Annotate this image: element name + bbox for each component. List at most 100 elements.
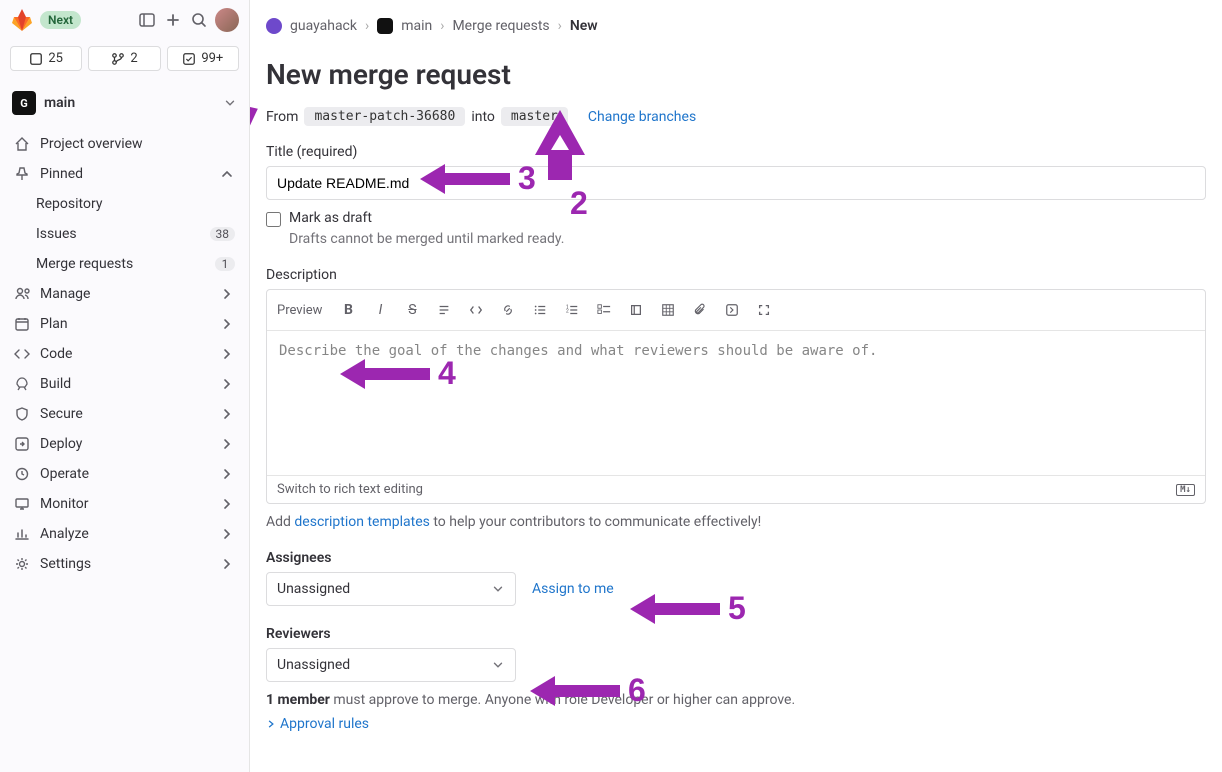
- nav-pinned-issues[interactable]: Issues 38: [6, 219, 243, 249]
- approval-rules-label: Approval rules: [280, 716, 369, 732]
- bullet-list-button[interactable]: [526, 296, 554, 324]
- source-branch: master-patch-36680: [304, 107, 465, 126]
- bold-button[interactable]: B: [334, 296, 362, 324]
- chevron-down-icon: [491, 582, 505, 596]
- nav-label: Code: [40, 346, 209, 362]
- approval-count: 1 member: [266, 692, 330, 708]
- search-icon[interactable]: [189, 10, 209, 30]
- pin-icon: [14, 166, 30, 182]
- description-editor: Preview B I S 12: [266, 289, 1206, 504]
- italic-button[interactable]: I: [366, 296, 394, 324]
- reviewers-select[interactable]: Unassigned: [266, 648, 516, 682]
- fullscreen-button[interactable]: [750, 296, 778, 324]
- chevron-up-icon: [219, 166, 235, 182]
- task-list-button[interactable]: [590, 296, 618, 324]
- next-badge: Next: [40, 11, 81, 29]
- annotation-1: [250, 105, 260, 165]
- nav-overview[interactable]: Project overview: [6, 129, 243, 159]
- branch-line: From master-patch-36680 into master Chan…: [266, 107, 1206, 126]
- attach-button[interactable]: [686, 296, 714, 324]
- badge: 38: [210, 227, 236, 241]
- code-button[interactable]: [462, 296, 490, 324]
- sidebar-top: Next: [0, 0, 249, 40]
- markdown-icon[interactable]: M↓: [1176, 484, 1195, 496]
- nav-operate[interactable]: Operate: [6, 459, 243, 489]
- nav-monitor[interactable]: Monitor: [6, 489, 243, 519]
- approval-rules-link[interactable]: Approval rules: [266, 716, 1206, 732]
- badge: 1: [215, 257, 235, 271]
- mr-counter[interactable]: 2: [88, 46, 160, 71]
- hint-text: Add: [266, 514, 294, 530]
- nav-secure[interactable]: Secure: [6, 399, 243, 429]
- title-label: Title (required): [266, 144, 1206, 160]
- approval-text: 1 member must approve to merge. Anyone w…: [266, 692, 1206, 708]
- project-selector[interactable]: G main: [0, 81, 249, 125]
- collapse-button[interactable]: [622, 296, 650, 324]
- chevron-right-icon: [219, 406, 235, 422]
- issues-counter[interactable]: 25: [10, 46, 82, 71]
- chevron-right-icon: [219, 466, 235, 482]
- nav-code[interactable]: Code: [6, 339, 243, 369]
- numbered-list-button[interactable]: 12: [558, 296, 586, 324]
- quick-action-button[interactable]: [718, 296, 746, 324]
- switch-rte-link[interactable]: Switch to rich text editing: [277, 482, 423, 497]
- rocket-icon: [14, 376, 30, 392]
- breadcrumb-sep: ›: [365, 18, 369, 34]
- plus-icon[interactable]: [163, 10, 183, 30]
- title-input[interactable]: [266, 166, 1206, 200]
- table-button[interactable]: [654, 296, 682, 324]
- nav-pinned[interactable]: Pinned: [6, 159, 243, 189]
- chevron-down-icon: [491, 658, 505, 672]
- breadcrumb: guayahack › main › Merge requests › New: [266, 12, 1206, 48]
- gitlab-logo[interactable]: [10, 8, 34, 32]
- nav-label: Build: [40, 376, 209, 392]
- into-label: into: [471, 109, 495, 125]
- nav-pinned-repository[interactable]: Repository: [6, 189, 243, 219]
- todo-icon: [182, 52, 196, 66]
- nav-build[interactable]: Build: [6, 369, 243, 399]
- nav-manage[interactable]: Manage: [6, 279, 243, 309]
- nav-label: Repository: [36, 196, 235, 212]
- assign-to-me-link[interactable]: Assign to me: [532, 581, 614, 597]
- assignees-select[interactable]: Unassigned: [266, 572, 516, 606]
- breadcrumb-section[interactable]: Merge requests: [452, 18, 549, 34]
- breadcrumb-sep: ›: [440, 18, 444, 34]
- nav-label: Settings: [40, 556, 209, 572]
- change-branches-link[interactable]: Change branches: [588, 109, 696, 125]
- hint-text: to help your contributors to communicate…: [430, 514, 761, 530]
- chevron-right-icon: [219, 286, 235, 302]
- sidebar-nav: Project overview Pinned Repository Issue…: [0, 125, 249, 772]
- breadcrumb-sep: ›: [558, 18, 562, 34]
- people-icon: [14, 286, 30, 302]
- user-avatar[interactable]: [215, 8, 239, 32]
- chevron-right-icon: [219, 496, 235, 512]
- counters-row: 25 2 99+: [0, 40, 249, 77]
- quote-button[interactable]: [430, 296, 458, 324]
- description-textarea[interactable]: [267, 331, 1205, 471]
- mark-draft-checkbox[interactable]: [266, 212, 281, 227]
- chevron-right-icon: [219, 376, 235, 392]
- nav-label: Manage: [40, 286, 209, 302]
- template-link[interactable]: description templates: [294, 514, 429, 530]
- collapse-sidebar-icon[interactable]: [137, 10, 157, 30]
- nav-pinned-merge-requests[interactable]: Merge requests 1: [6, 249, 243, 279]
- nav-analyze[interactable]: Analyze: [6, 519, 243, 549]
- nav-label: Plan: [40, 316, 209, 332]
- deploy-icon: [14, 436, 30, 452]
- breadcrumb-group[interactable]: guayahack: [290, 18, 357, 34]
- shield-icon: [14, 406, 30, 422]
- nav-label: Pinned: [40, 166, 209, 182]
- cycle-icon: [14, 466, 30, 482]
- breadcrumb-project[interactable]: main: [401, 18, 432, 34]
- preview-tab[interactable]: Preview: [277, 303, 330, 318]
- nav-label: Merge requests: [36, 256, 205, 272]
- mark-draft-label[interactable]: Mark as draft: [289, 210, 372, 226]
- todo-counter[interactable]: 99+: [167, 46, 239, 71]
- calendar-icon: [14, 316, 30, 332]
- nav-settings[interactable]: Settings: [6, 549, 243, 579]
- strike-button[interactable]: S: [398, 296, 426, 324]
- link-button[interactable]: [494, 296, 522, 324]
- nav-deploy[interactable]: Deploy: [6, 429, 243, 459]
- chevron-right-icon: [219, 526, 235, 542]
- nav-plan[interactable]: Plan: [6, 309, 243, 339]
